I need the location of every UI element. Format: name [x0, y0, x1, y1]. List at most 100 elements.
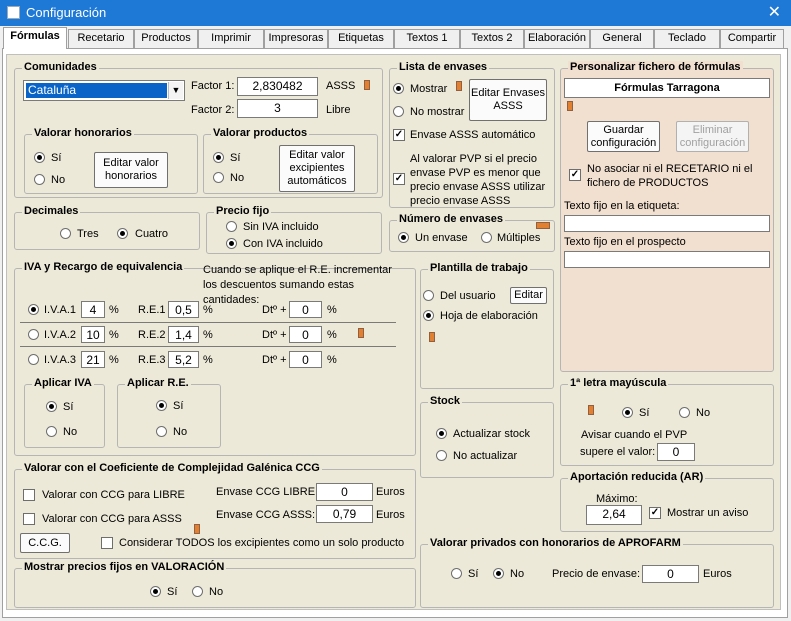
decimales-cuatro-radio[interactable]: [117, 228, 128, 239]
tab-impresoras[interactable]: Impresoras: [264, 29, 328, 48]
re1-input[interactable]: 0,5: [168, 301, 199, 318]
envase-pvp-checkbox[interactable]: ✓: [393, 173, 405, 185]
iva2-radio[interactable]: [28, 329, 39, 340]
plantilla-usuario-radio[interactable]: [423, 290, 434, 301]
honorarios-no-radio[interactable]: [34, 174, 45, 185]
un-envase-radio[interactable]: [398, 232, 409, 243]
group-title: Decimales: [22, 205, 81, 217]
envases-no-mostrar-radio[interactable]: [393, 106, 404, 117]
re2-input[interactable]: 1,4: [168, 326, 199, 343]
group-title: Aplicar R.E.: [125, 377, 191, 389]
avisar-pvp-input[interactable]: 0: [657, 443, 695, 461]
re3-label: R.E.3: [138, 354, 166, 366]
plantilla-hoja-label: Hoja de elaboración: [440, 310, 538, 322]
iva2-input[interactable]: 10: [81, 326, 105, 343]
aprofarm-si-radio[interactable]: [451, 568, 462, 579]
iva1-input[interactable]: 4: [81, 301, 105, 318]
productos-no-radio[interactable]: [213, 172, 224, 183]
ccg-libre-checkbox[interactable]: [23, 489, 35, 501]
drag-handle-icon[interactable]: [456, 81, 462, 91]
iva3-radio[interactable]: [28, 354, 39, 365]
ccg-todos-checkbox[interactable]: [101, 537, 113, 549]
editar-plantilla-button[interactable]: Editar: [510, 287, 547, 304]
drag-handle-icon[interactable]: [358, 328, 364, 338]
tab-formulas[interactable]: Fórmulas: [3, 27, 67, 49]
multiples-radio[interactable]: [481, 232, 492, 243]
sin-iva-radio[interactable]: [226, 221, 237, 232]
re3-input[interactable]: 5,2: [168, 351, 199, 368]
chevron-down-icon[interactable]: ▼: [168, 82, 183, 99]
texto-prospecto-input[interactable]: [564, 251, 770, 268]
factor2-input[interactable]: 3: [237, 99, 318, 118]
close-icon[interactable]: ✕: [768, 0, 781, 26]
mostrar-aviso-checkbox[interactable]: ✓: [649, 507, 661, 519]
dto1-input[interactable]: 0: [289, 301, 322, 318]
envase-ccg-libre-input[interactable]: 0: [316, 483, 373, 501]
eliminar-configuracion-button[interactable]: Eliminar configuración: [676, 121, 749, 152]
ar-maximo-input[interactable]: 2,64: [586, 505, 642, 525]
aplicar-iva-no-radio[interactable]: [46, 426, 57, 437]
drag-handle-icon[interactable]: [588, 405, 594, 415]
group-title: Mostrar precios fijos en VALORACIÓN: [22, 561, 227, 573]
tab-imprimir[interactable]: Imprimir: [198, 29, 264, 48]
drag-handle-icon[interactable]: [536, 222, 550, 229]
dto3-input[interactable]: 0: [289, 351, 322, 368]
tab-textos2[interactable]: Textos 2: [460, 29, 524, 48]
title-bar: Configuración ✕: [0, 0, 791, 26]
drag-handle-icon[interactable]: [567, 101, 573, 111]
precio-envase-input[interactable]: 0: [642, 565, 699, 583]
con-iva-radio[interactable]: [226, 238, 237, 249]
tab-elaboracion[interactable]: Elaboración: [524, 29, 590, 48]
actualizar-stock-radio[interactable]: [436, 428, 447, 439]
decimales-tres-radio[interactable]: [60, 228, 71, 239]
no-asociar-checkbox[interactable]: ✓: [569, 169, 581, 181]
drag-handle-icon[interactable]: [429, 332, 435, 342]
plantilla-hoja-radio[interactable]: [423, 310, 434, 321]
editar-excipientes-button[interactable]: Editar valor excipientes automáticos: [279, 145, 355, 192]
envase-ccg-asss-input[interactable]: 0,79: [316, 505, 373, 523]
no-actualizar-radio[interactable]: [436, 450, 447, 461]
editar-honorarios-button[interactable]: Editar valor honorarios: [94, 152, 168, 188]
tab-textos1[interactable]: Textos 1: [394, 29, 460, 48]
aplicar-re-si-radio[interactable]: [156, 400, 167, 411]
tab-compartir[interactable]: Compartir: [720, 29, 784, 48]
comunidad-select[interactable]: Cataluña ▼: [23, 80, 185, 101]
tab-recetario[interactable]: Recetario: [68, 29, 134, 48]
mayuscula-si-radio[interactable]: [622, 407, 633, 418]
factor1-input[interactable]: 2,830482: [237, 77, 318, 96]
factor2-unit: Libre: [326, 104, 351, 116]
mostrar-precios-si-radio[interactable]: [150, 586, 161, 597]
tab-productos[interactable]: Productos: [134, 29, 198, 48]
dto2-input[interactable]: 0: [289, 326, 322, 343]
pct-label: %: [109, 304, 119, 316]
pct-label: %: [327, 354, 337, 366]
productos-si-radio[interactable]: [213, 152, 224, 163]
factor2-label: Factor 2:: [191, 104, 235, 116]
iva1-radio[interactable]: [28, 304, 39, 315]
aprofarm-no-radio[interactable]: [493, 568, 504, 579]
honorarios-si-label: Sí: [51, 152, 62, 164]
ccg-button[interactable]: C.C.G.: [20, 533, 70, 553]
iva3-label: I.V.A.3: [44, 354, 77, 366]
aplicar-re-no-label: No: [173, 426, 188, 438]
drag-handle-icon[interactable]: [364, 80, 370, 90]
ccg-asss-checkbox[interactable]: [23, 513, 35, 525]
mayuscula-no-radio[interactable]: [679, 407, 690, 418]
group-stock: Stock: [420, 395, 554, 478]
iva3-input[interactable]: 21: [81, 351, 105, 368]
aplicar-re-no-radio[interactable]: [156, 426, 167, 437]
drag-handle-icon[interactable]: [194, 524, 200, 534]
envase-auto-checkbox[interactable]: ✓: [393, 129, 405, 141]
tab-teclado[interactable]: Teclado: [654, 29, 720, 48]
honorarios-si-radio[interactable]: [34, 152, 45, 163]
tab-etiquetas[interactable]: Etiquetas: [328, 29, 394, 48]
fichero-name-input[interactable]: Fórmulas Tarragona: [564, 78, 770, 98]
no-asociar-label: No asociar ni el RECETARIO ni el fichero…: [587, 163, 753, 189]
aplicar-iva-si-radio[interactable]: [46, 401, 57, 412]
mostrar-precios-no-radio[interactable]: [192, 586, 203, 597]
editar-envases-button[interactable]: Editar Envases ASSS: [469, 79, 547, 121]
envases-mostrar-radio[interactable]: [393, 83, 404, 94]
tab-general[interactable]: General: [590, 29, 654, 48]
texto-etiqueta-input[interactable]: [564, 215, 770, 232]
guardar-configuracion-button[interactable]: Guardar configuración: [587, 121, 660, 152]
